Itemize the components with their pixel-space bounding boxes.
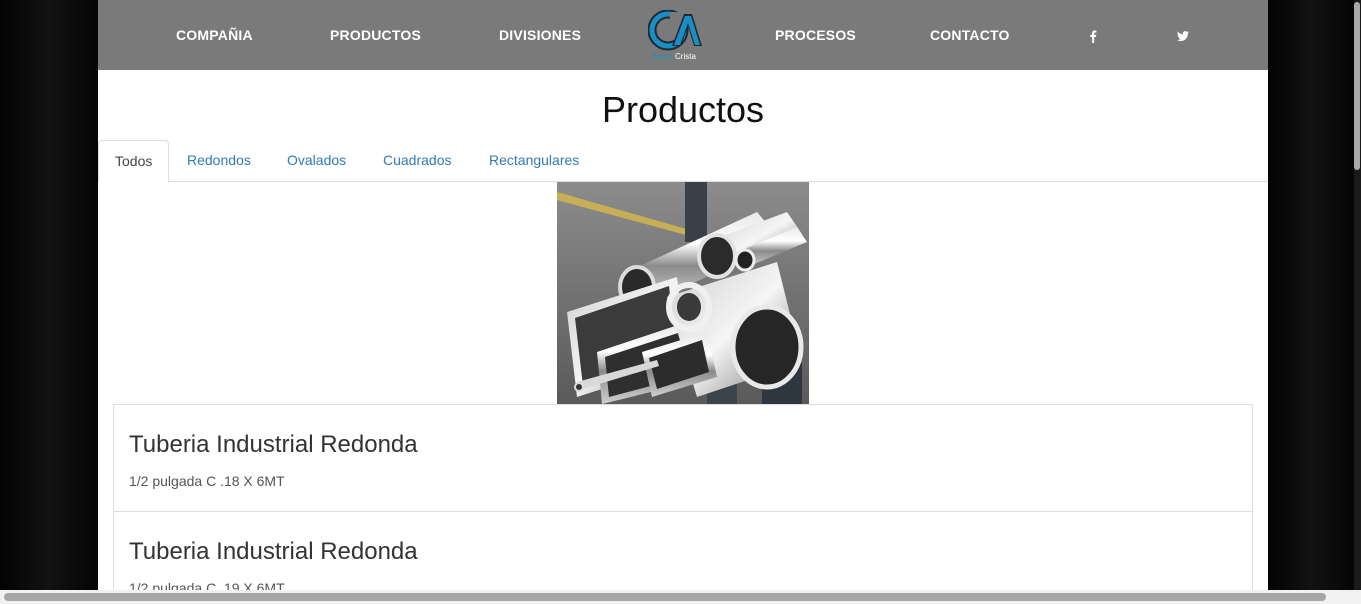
nav-item-contacto[interactable]: CONTACTO — [930, 27, 1010, 43]
background-left — [0, 0, 98, 604]
nav-item-compania[interactable]: COMPAÑIA — [176, 27, 253, 43]
tab-cuadrados[interactable]: Cuadrados — [367, 140, 468, 181]
brand-logo[interactable]: Acero Crista — [647, 9, 704, 62]
facebook-icon[interactable] — [1086, 28, 1100, 43]
steel-tubes-image — [557, 182, 809, 404]
tab-redondos[interactable]: Redondos — [171, 140, 267, 181]
page-container: COMPAÑIA PRODUCTOS DIVISIONES Acero Cris… — [98, 0, 1268, 604]
twitter-icon[interactable] — [1176, 28, 1190, 42]
tab-rectangulares[interactable]: Rectangulares — [473, 140, 595, 181]
nav-item-procesos[interactable]: PROCESOS — [775, 27, 856, 43]
product-list: Tuberia Industrial Redonda 1/2 pulgada C… — [113, 404, 1253, 604]
brand-logo-icon: Acero Crista — [647, 9, 702, 61]
vertical-scrollbar-thumb[interactable] — [1354, 2, 1360, 170]
horizontal-scrollbar-thumb[interactable] — [4, 593, 1326, 601]
nav-item-divisiones[interactable]: DIVISIONES — [499, 27, 581, 43]
background-right — [1268, 0, 1354, 604]
product-category-tabs: Todos Redondos Ovalados Cuadrados Rectan… — [98, 140, 1268, 183]
product-title: Tuberia Industrial Redonda — [129, 431, 418, 458]
tab-ovalados[interactable]: Ovalados — [271, 140, 362, 181]
product-description: 1/2 pulgada C .18 X 6MT — [129, 473, 285, 489]
top-navbar: COMPAÑIA PRODUCTOS DIVISIONES Acero Cris… — [98, 0, 1268, 70]
page-title: Productos — [601, 89, 765, 130]
logo-text-acero: Acero — [652, 52, 673, 61]
list-item[interactable]: Tuberia Industrial Redonda 1/2 pulgada C… — [113, 404, 1253, 512]
tab-todos[interactable]: Todos — [98, 140, 170, 183]
product-title: Tuberia Industrial Redonda — [129, 538, 418, 565]
nav-item-productos[interactable]: PRODUCTOS — [330, 27, 421, 43]
logo-text-crista: Crista — [675, 52, 696, 61]
